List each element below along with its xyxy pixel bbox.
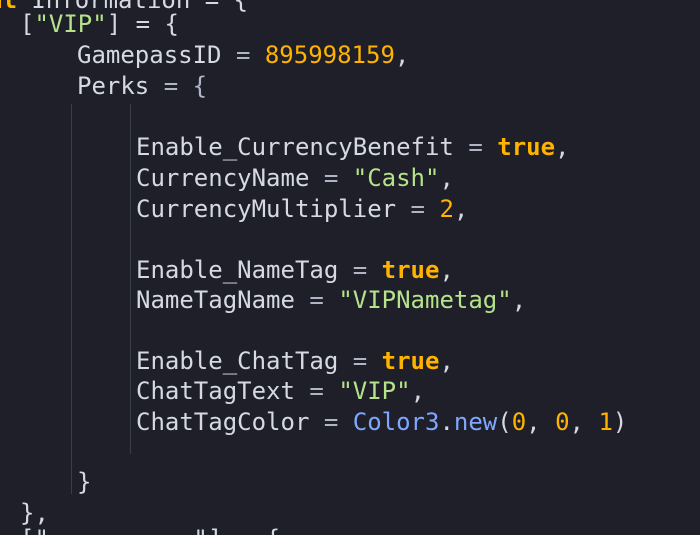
number-token: 0: [511, 408, 527, 436]
identifier-token: CurrencyMultiplier: [136, 195, 397, 223]
comma-token: ,: [555, 133, 570, 161]
number-token: 1: [598, 408, 613, 436]
comma-token: ,: [439, 256, 454, 284]
operator-token: =: [309, 408, 353, 436]
identifier-token: Perks: [77, 72, 150, 100]
paren-token: (: [497, 408, 512, 436]
type-token: Color3: [352, 408, 440, 436]
brace-token: },: [20, 499, 49, 527]
operator-token: =: [309, 164, 353, 192]
code-line: ChatTagText = "VIP",: [136, 376, 425, 406]
code-line: Perks = {: [77, 71, 207, 101]
identifier-token: Enable_NameTag: [136, 256, 339, 284]
code-token: ] = {: [106, 10, 179, 38]
code-editor[interactable]: al Information = { ["VIP"] = { GamepassI…: [0, 0, 700, 535]
boolean-token: true: [381, 347, 440, 375]
code-line: }: [77, 467, 91, 497]
code-line: Enable_ChatTag = true,: [136, 346, 454, 376]
comma-token: ,: [439, 164, 454, 192]
string-token: "VIP": [34, 10, 107, 38]
string-token: "VIPNametag": [338, 286, 512, 314]
dot-token: .: [439, 408, 454, 436]
comma-token: ,: [410, 377, 426, 405]
comma-token: ,: [394, 41, 410, 69]
number-token: 0: [555, 408, 570, 436]
boolean-token: true: [381, 256, 440, 284]
operator-token: =: [453, 133, 498, 161]
code-line: ["VIP"] = {: [20, 9, 179, 39]
operator-token: =: [338, 347, 382, 375]
operator-token: =: [221, 41, 265, 69]
code-line: [" "] = {: [20, 524, 280, 535]
bracket-token: [: [20, 10, 35, 38]
code-line: CurrencyName = "Cash",: [136, 163, 454, 193]
operator-token: =: [294, 286, 339, 314]
code-line: NameTagName = "VIPNametag",: [136, 285, 526, 315]
code-line: ChatTagColor = Color3.new(0, 0, 1): [136, 407, 627, 437]
identifier-token: GamepassID: [77, 41, 222, 69]
operator-token: = {: [149, 72, 208, 100]
number-token: 2: [439, 195, 454, 223]
operator-token: =: [338, 256, 382, 284]
operator-token: =: [294, 377, 339, 405]
comma-token: ,: [439, 347, 454, 375]
string-token: "VIP": [338, 377, 411, 405]
identifier-token: Enable_CurrencyBenefit: [136, 133, 454, 161]
code-token: [" "] = {: [20, 525, 280, 535]
identifier-token: ChatTagColor: [136, 408, 310, 436]
boolean-token: true: [497, 133, 556, 161]
indent-guide: [130, 104, 131, 454]
identifier-token: Enable_ChatTag: [136, 347, 339, 375]
number-token: 895998159: [264, 41, 395, 69]
indent-guide: [71, 104, 72, 494]
code-line: Enable_CurrencyBenefit = true,: [136, 132, 570, 162]
function-token: new: [453, 408, 498, 436]
paren-token: ): [612, 408, 628, 436]
identifier-token: CurrencyName: [136, 164, 310, 192]
code-line: Enable_NameTag = true,: [136, 255, 454, 285]
comma-token: ,: [453, 195, 469, 223]
keyword-token: al: [0, 0, 17, 14]
comma-token: ,: [569, 408, 599, 436]
comma-token: ,: [526, 408, 556, 436]
brace-token: }: [77, 468, 92, 496]
string-token: "Cash": [352, 164, 440, 192]
identifier-token: NameTagName: [136, 286, 295, 314]
code-line: CurrencyMultiplier = 2,: [136, 194, 468, 224]
code-line: GamepassID = 895998159,: [77, 40, 409, 70]
identifier-token: ChatTagText: [136, 377, 295, 405]
comma-token: ,: [511, 286, 527, 314]
operator-token: =: [396, 195, 440, 223]
